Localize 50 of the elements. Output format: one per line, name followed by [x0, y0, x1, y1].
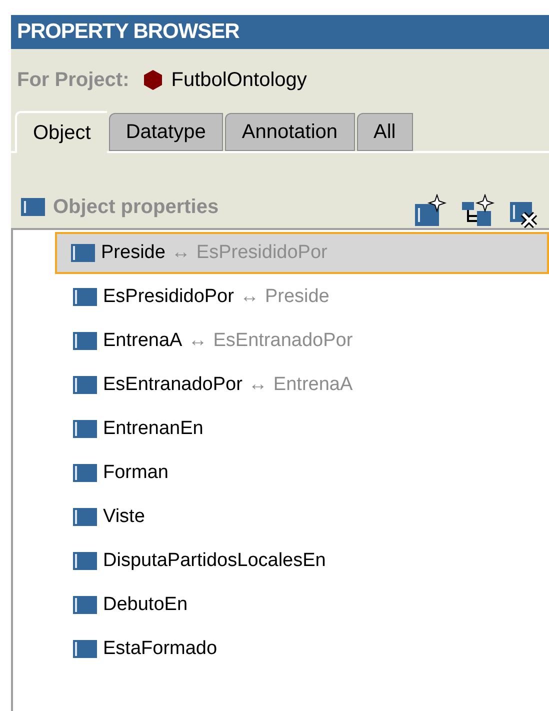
section-title: Object properties: [53, 195, 219, 220]
property-name: DisputaPartidosLocalesEn: [103, 548, 326, 573]
property-row[interactable]: EstaFormado: [55, 628, 549, 670]
property-icon: [73, 332, 97, 350]
inverse-property-name: EsEntranadoPor: [213, 328, 353, 353]
tab[interactable]: Annotation: [224, 113, 355, 151]
property-icon: [73, 376, 97, 394]
property-name: DebutoEn: [103, 592, 188, 617]
property-icon: [21, 198, 45, 216]
property-icon: [73, 596, 97, 614]
property-row[interactable]: EntrenaA ↔ EsEntranadoPor: [55, 320, 549, 362]
property-icon: [73, 464, 97, 482]
inverse-arrow: ↔: [240, 284, 259, 309]
property-row[interactable]: EsPresididoPor ↔ Preside: [55, 276, 549, 318]
property-icon: [73, 552, 97, 570]
inverse-arrow: ↔: [248, 372, 268, 397]
property-name: Viste: [103, 504, 145, 529]
inverse-arrow: ↔: [188, 328, 208, 353]
property-row[interactable]: Preside ↔ EsPresididoPor: [55, 232, 549, 274]
property-row[interactable]: DebutoEn: [55, 584, 549, 626]
inverse-property-name: Preside: [264, 284, 330, 309]
property-name: EsPresididoPor: [103, 284, 234, 309]
property-name: Forman: [103, 460, 168, 485]
project-name: FutbolOntology: [171, 68, 307, 93]
property-row[interactable]: Forman: [55, 452, 549, 494]
tab[interactable]: All: [356, 113, 413, 151]
property-icon: [73, 508, 97, 526]
inverse-property-name: EntrenaA: [273, 372, 353, 397]
create-subproperty-icon[interactable]: [461, 194, 495, 228]
property-icon: [73, 640, 97, 658]
property-icon: [71, 244, 95, 262]
property-icon: [73, 288, 97, 306]
property-row[interactable]: EsEntranadoPor ↔ EntrenaA: [55, 364, 549, 406]
property-name: EntrenaA: [103, 328, 182, 353]
project-label: For Project:: [17, 68, 130, 93]
tab[interactable]: Datatype: [108, 113, 223, 151]
property-icon: [73, 420, 97, 438]
property-name: EntrenanEn: [103, 416, 204, 441]
property-name: Preside: [101, 240, 166, 265]
property-name: EsEntranadoPor: [103, 372, 242, 397]
tab[interactable]: Object: [15, 111, 107, 153]
inverse-arrow: ↔: [171, 240, 190, 265]
property-row[interactable]: Viste: [55, 496, 549, 538]
inverse-property-name: EsPresididoPor: [196, 240, 328, 265]
property-name: EstaFormado: [103, 636, 218, 661]
property-row[interactable]: EntrenanEn: [55, 408, 549, 450]
hexagon-icon: [143, 69, 164, 91]
create-property-icon[interactable]: [413, 194, 447, 228]
property-row[interactable]: DisputaPartidosLocalesEn: [55, 540, 549, 582]
panel-title: PROPERTY BROWSER: [17, 19, 240, 46]
